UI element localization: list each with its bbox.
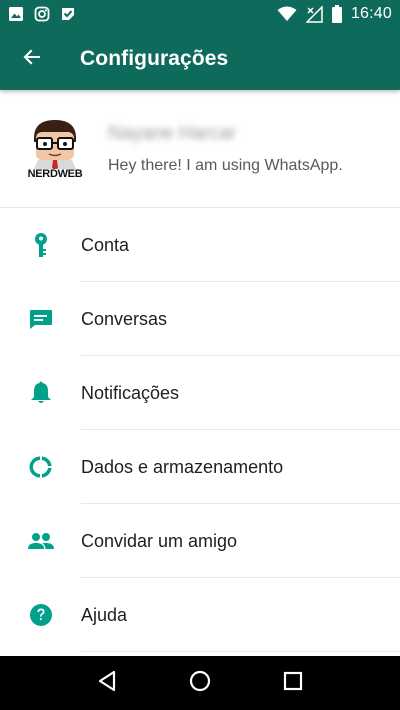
profile-row[interactable]: NERDWEB Nayane Harcar Hey there! I am us… (0, 90, 400, 208)
menu-item-label: Conversas (81, 308, 168, 329)
profile-text: Nayane Harcar Hey there! I am using What… (108, 123, 343, 175)
menu-item-label: Conta (81, 234, 130, 255)
key-icon (0, 208, 81, 282)
nav-back-button[interactable] (82, 658, 132, 708)
check-flag-icon (60, 6, 76, 22)
avatar-caption: NERDWEB (27, 167, 83, 180)
profile-name: Nayane Harcar (108, 122, 236, 144)
menu-item-label: Notificações (81, 382, 180, 403)
help-icon (0, 578, 81, 652)
image-icon (8, 6, 24, 22)
menu-item-dados[interactable]: Dados e armazenamento (0, 430, 400, 504)
profile-status: Hey there! I am using WhatsApp. (108, 156, 343, 174)
nav-home-button[interactable] (175, 658, 225, 708)
nav-recents-button[interactable] (268, 658, 318, 708)
recents-square-icon (283, 671, 303, 696)
menu-item-conversas[interactable]: Conversas (0, 282, 400, 356)
app-bar: Configurações (0, 28, 400, 90)
status-left-icons (8, 6, 76, 22)
back-button[interactable] (0, 28, 64, 90)
avatar: NERDWEB (22, 116, 88, 182)
menu-item-conta[interactable]: Conta (0, 208, 400, 282)
people-icon (0, 504, 81, 578)
menu-item-label: Dados e armazenamento (81, 456, 284, 477)
status-right-icons: 16:40 (277, 5, 392, 23)
battery-icon (331, 5, 342, 23)
back-triangle-icon (97, 670, 117, 697)
arrow-left-icon (22, 47, 42, 72)
menu-item-ajuda[interactable]: Ajuda (0, 578, 400, 652)
cell-signal-icon (305, 5, 323, 23)
wifi-icon (277, 6, 297, 22)
chat-icon (0, 282, 81, 356)
settings-content: NERDWEB Nayane Harcar Hey there! I am us… (0, 90, 400, 656)
instagram-icon (34, 6, 50, 22)
menu-item-label: Ajuda (81, 604, 128, 625)
status-time: 16:40 (350, 5, 392, 22)
data-usage-icon (0, 430, 81, 504)
status-bar: 16:40 (0, 0, 400, 28)
menu-item-notificacoes[interactable]: Notificações (0, 356, 400, 430)
page-title: Configurações (80, 47, 229, 70)
menu-item-convidar[interactable]: Convidar um amigo (0, 504, 400, 578)
menu-item-label: Convidar um amigo (81, 530, 238, 551)
home-circle-icon (189, 670, 211, 697)
bell-icon (0, 356, 81, 430)
system-nav-bar (0, 656, 400, 710)
